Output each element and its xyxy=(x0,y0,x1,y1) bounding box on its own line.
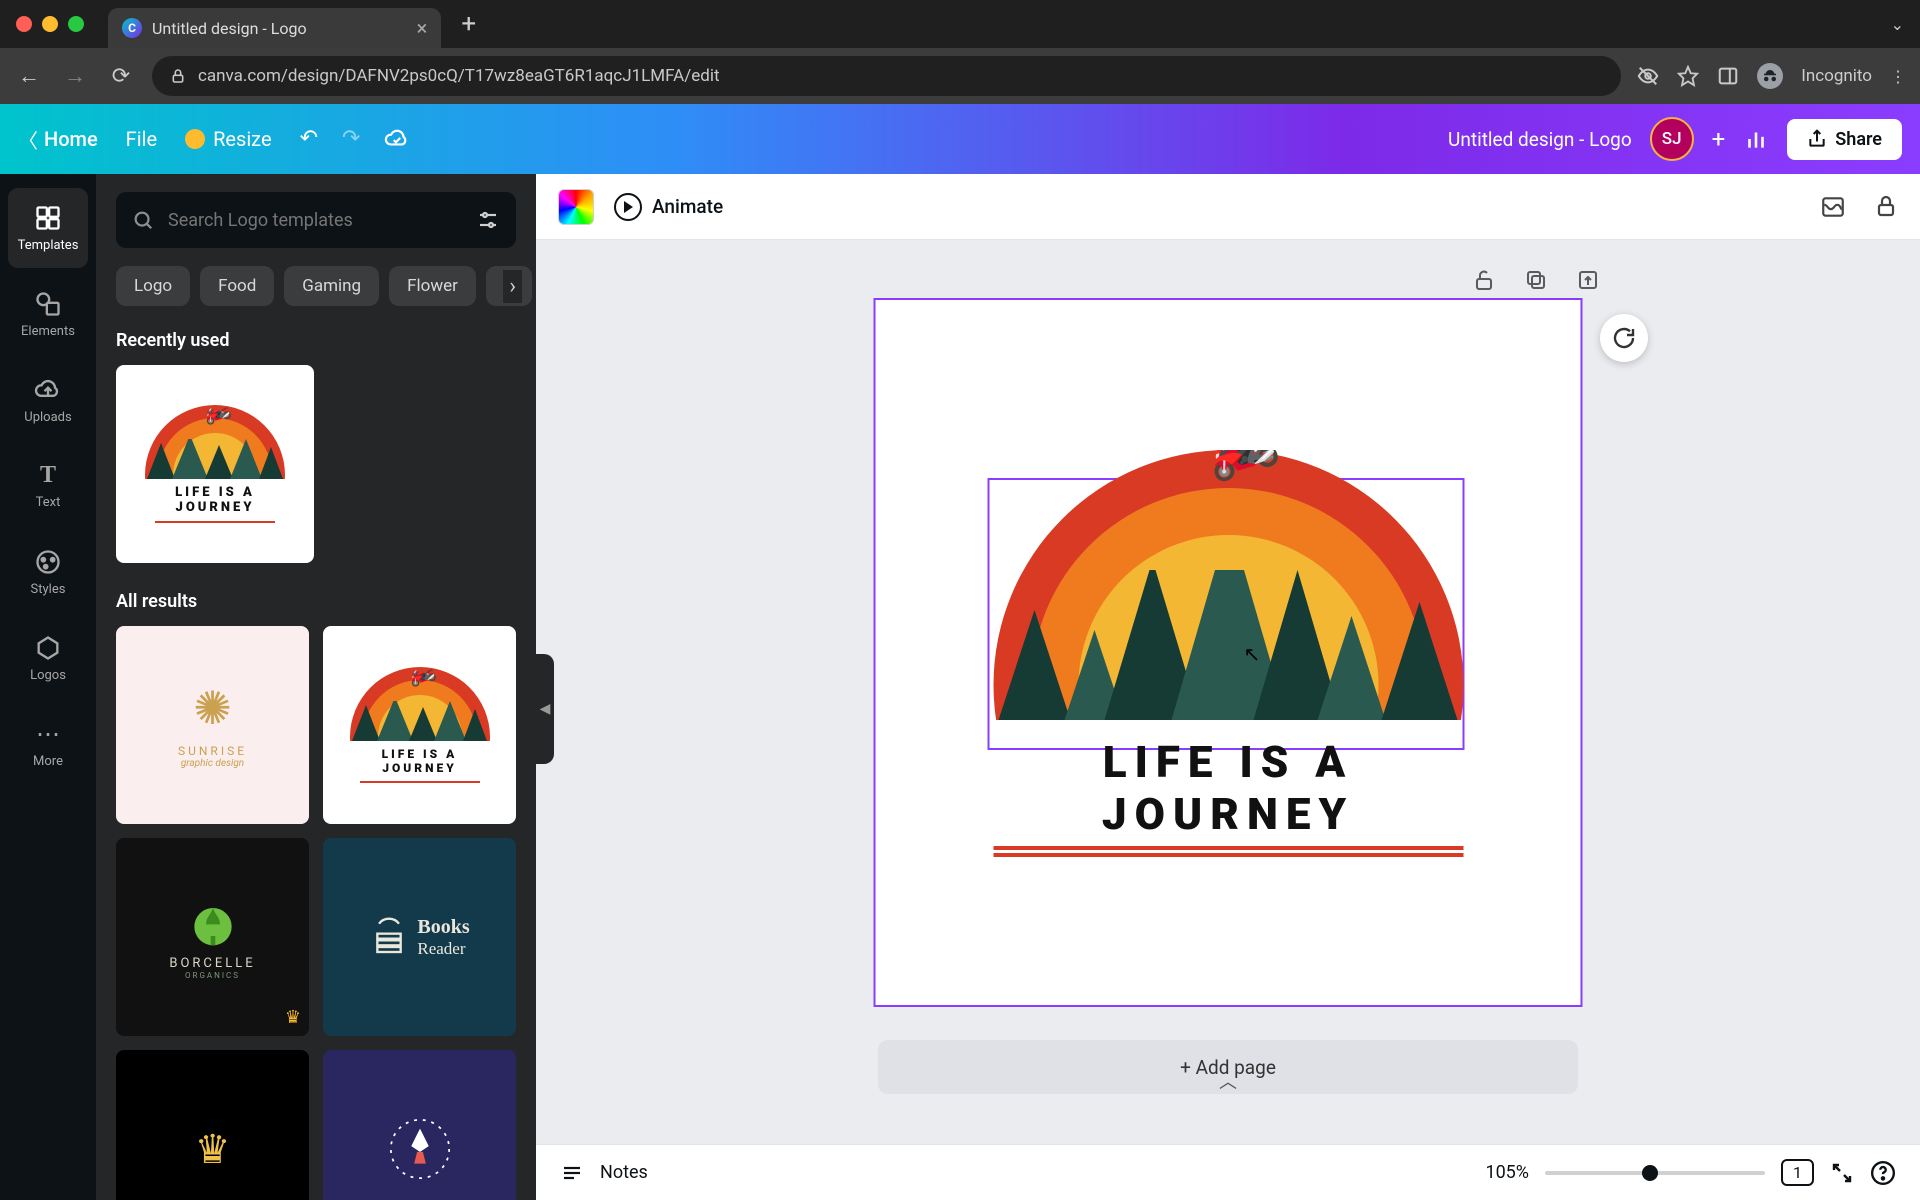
chip-logo[interactable]: Logo xyxy=(116,266,190,306)
rail-uploads[interactable]: Uploads xyxy=(8,360,88,440)
rail-styles[interactable]: Styles xyxy=(8,532,88,612)
page-toolbar xyxy=(1472,268,1600,292)
url-text: canva.com/design/DAFNV2ps0cQ/T17wz8eaGT6… xyxy=(198,66,720,86)
chip-food[interactable]: Food xyxy=(200,266,274,306)
more-icon: ⋯ xyxy=(36,720,60,748)
help-icon[interactable] xyxy=(1870,1160,1896,1186)
tool-rail: Templates Elements Uploads T Text Styles… xyxy=(0,174,96,1200)
zoom-level[interactable]: 105% xyxy=(1485,1162,1529,1183)
chip-gaming[interactable]: Gaming xyxy=(284,266,379,306)
premium-crown-icon: ♛ xyxy=(285,1007,301,1028)
animate-icon xyxy=(614,193,642,221)
incognito-avatar-icon[interactable] xyxy=(1757,63,1783,89)
rail-logos[interactable]: Logos xyxy=(8,618,88,698)
filter-icon[interactable] xyxy=(476,208,500,232)
lock-icon xyxy=(170,68,186,84)
template-thumb-sunrise[interactable]: ✺ SUNRISE graphic design xyxy=(116,626,309,824)
template-thumb-crown[interactable]: ♛ xyxy=(116,1050,309,1200)
zoom-slider[interactable] xyxy=(1545,1171,1765,1175)
duplicate-page-icon[interactable] xyxy=(1524,268,1548,292)
forward-button: → xyxy=(60,63,90,89)
page-tray-toggle-icon[interactable]: ︿ xyxy=(1219,1068,1237,1094)
add-collaborator-button[interactable]: + xyxy=(1712,125,1726,153)
file-menu[interactable]: File xyxy=(126,127,157,151)
page-indicator[interactable]: 1 xyxy=(1781,1159,1814,1186)
fullscreen-icon[interactable] xyxy=(1830,1161,1854,1185)
redo-button: ↷ xyxy=(342,126,360,152)
browser-tab[interactable]: C Untitled design - Logo × xyxy=(108,8,441,48)
tab-overflow-icon[interactable]: ⌄ xyxy=(1891,15,1904,34)
panel-icon[interactable] xyxy=(1717,65,1739,87)
share-button[interactable]: Share xyxy=(1787,119,1902,160)
back-button[interactable]: ← xyxy=(14,63,44,89)
tab-title: Untitled design - Logo xyxy=(152,19,307,38)
chip-row: Logo Food Gaming Flower S › xyxy=(116,266,516,306)
resize-button[interactable]: Resize xyxy=(185,127,272,151)
window-titlebar: C Untitled design - Logo × + ⌄ xyxy=(0,0,1920,48)
recent-template-thumb[interactable]: 🏍️ LIFE IS A JOURNEY xyxy=(116,365,314,563)
reload-button[interactable]: ⟳ xyxy=(106,64,136,89)
app-header: 〈 Home File Resize ↶ ↷ Untitled design -… xyxy=(0,104,1920,174)
editor-footer: Notes 105% 1 xyxy=(536,1144,1920,1200)
minimize-window-icon[interactable] xyxy=(42,16,58,32)
insights-icon[interactable] xyxy=(1743,126,1769,152)
kebab-menu-icon[interactable]: ⋮ xyxy=(1890,67,1906,86)
canvas-stage[interactable]: 🏍️ LIFE IS A JOURNEY ↖ + Add page ︿ xyxy=(536,240,1920,1144)
template-search[interactable] xyxy=(116,192,516,248)
logo-headline[interactable]: LIFE IS A JOURNEY xyxy=(988,736,1468,840)
close-tab-icon[interactable]: × xyxy=(417,16,428,40)
browser-toolbar: ← → ⟳ canva.com/design/DAFNV2ps0cQ/T17wz… xyxy=(0,48,1920,104)
rail-text[interactable]: T Text xyxy=(8,446,88,526)
background-color-picker[interactable] xyxy=(558,189,594,225)
close-window-icon[interactable] xyxy=(16,16,32,32)
crown-badge-icon xyxy=(185,129,205,149)
template-thumb-rocket[interactable] xyxy=(323,1050,516,1200)
user-avatar[interactable]: SJ xyxy=(1650,117,1694,161)
lock-page-icon[interactable] xyxy=(1874,194,1898,220)
maximize-window-icon[interactable] xyxy=(68,16,84,32)
text-icon: T xyxy=(40,462,56,489)
animate-button[interactable]: Animate xyxy=(614,193,723,221)
home-label: Home xyxy=(44,127,98,151)
all-results-heading: All results xyxy=(116,591,516,612)
address-bar[interactable]: canva.com/design/DAFNV2ps0cQ/T17wz8eaGT6… xyxy=(152,56,1621,96)
undo-button[interactable]: ↶ xyxy=(300,126,318,152)
template-thumb-journey[interactable]: 🏍️ LIFE IS A JOURNEY xyxy=(323,626,516,824)
window-controls[interactable] xyxy=(16,16,84,32)
notes-button[interactable]: Notes xyxy=(600,1162,648,1183)
document-title[interactable]: Untitled design - Logo xyxy=(1448,128,1632,151)
editor-area: Animate xyxy=(536,174,1920,1200)
regenerate-button[interactable] xyxy=(1600,314,1648,362)
template-grid: ✺ SUNRISE graphic design xyxy=(116,626,516,1200)
cloud-sync-icon[interactable] xyxy=(384,126,410,152)
incognito-label: Incognito xyxy=(1801,66,1872,86)
context-toolbar: Animate xyxy=(536,174,1920,240)
unlock-page-icon[interactable] xyxy=(1472,268,1496,292)
eye-off-icon[interactable] xyxy=(1637,65,1659,87)
bookmark-star-icon[interactable] xyxy=(1677,65,1699,87)
rail-elements[interactable]: Elements xyxy=(8,274,88,354)
recently-used-heading: Recently used xyxy=(116,330,516,351)
search-input[interactable] xyxy=(168,210,462,231)
template-thumb-borcelle[interactable]: BORCELLE ORGANICS ♛ xyxy=(116,838,309,1036)
position-icon[interactable] xyxy=(1820,194,1846,220)
chip-scroll-right-icon[interactable]: › xyxy=(503,270,522,303)
canva-favicon-icon: C xyxy=(122,18,142,38)
search-icon xyxy=(132,209,154,231)
rail-templates[interactable]: Templates xyxy=(8,188,88,268)
chevron-left-icon: 〈 xyxy=(18,125,38,154)
templates-panel: Logo Food Gaming Flower S › Recently use… xyxy=(96,174,536,1200)
new-tab-button[interactable]: + xyxy=(461,9,476,39)
chip-flower[interactable]: Flower xyxy=(389,266,476,306)
upload-page-icon[interactable] xyxy=(1576,268,1600,292)
cursor-icon: ↖ xyxy=(1244,642,1261,666)
notes-icon[interactable] xyxy=(560,1161,584,1185)
home-button[interactable]: 〈 Home xyxy=(18,125,98,154)
rail-more[interactable]: ⋯ More xyxy=(8,704,88,784)
template-thumb-books[interactable]: Books Reader xyxy=(323,838,516,1036)
design-page[interactable]: 🏍️ LIFE IS A JOURNEY ↖ xyxy=(876,300,1581,1005)
